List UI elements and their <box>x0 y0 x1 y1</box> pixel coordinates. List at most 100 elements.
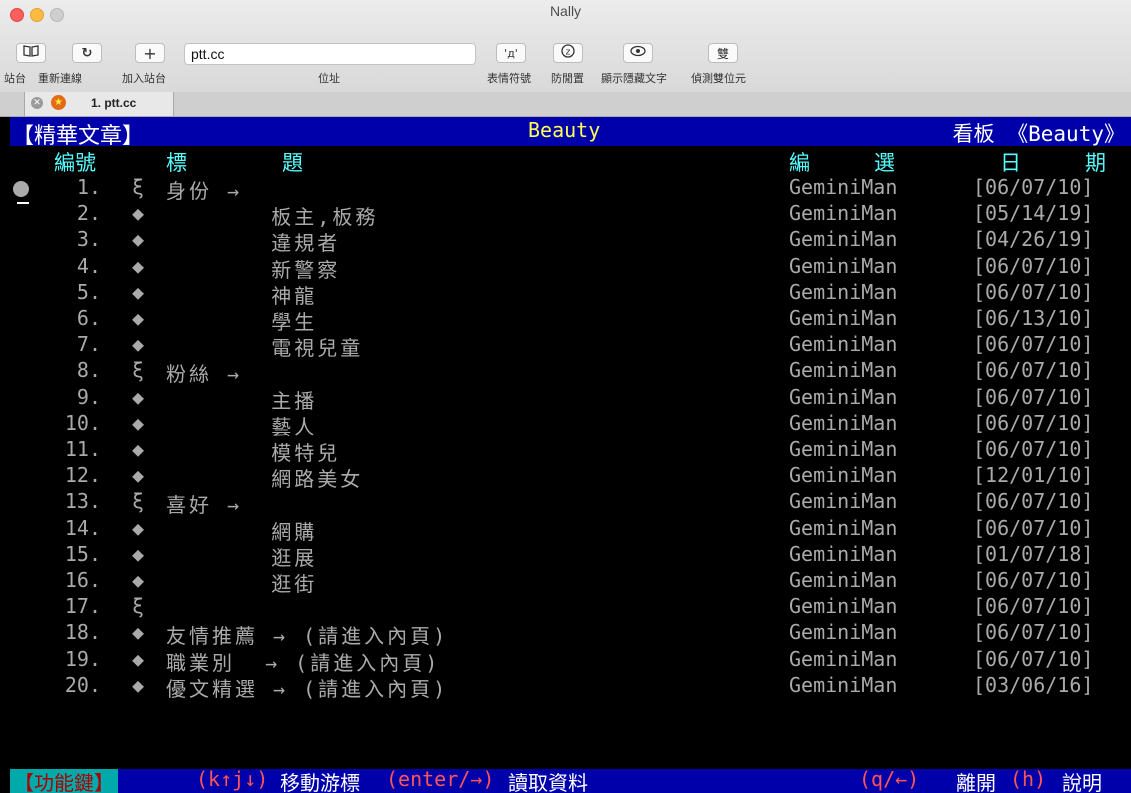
item-date: [06/07/10] <box>973 384 1094 409</box>
list-item[interactable]: 1. ξ 身份 → GeminiMan [06/07/10] <box>0 175 1131 203</box>
add-site-button[interactable]: + <box>135 43 165 63</box>
item-author: GeminiMan <box>789 410 898 435</box>
list-item[interactable]: 5. ◆ 神龍 GeminiMan [06/07/10] <box>0 279 1131 308</box>
list-item[interactable]: 2. ◆ 板主,板務 GeminiMan [05/14/19] <box>0 201 1131 229</box>
list-item[interactable]: 7. ◆ 電視兒童 GeminiMan [06/07/10] <box>0 332 1131 361</box>
emoticon-label: 表情符號 <box>487 73 531 85</box>
list-item[interactable]: 15. ◆ 逛展 GeminiMan [01/07/18] <box>0 541 1131 570</box>
item-date: [01/07/18] <box>973 541 1094 566</box>
item-author: GeminiMan <box>789 463 898 488</box>
refresh-icon: ↻ <box>81 45 93 61</box>
list-item[interactable]: 12. ◆ 網路美女 GeminiMan [12/01/10] <box>0 463 1131 492</box>
item-title: 網路美女 <box>166 467 364 492</box>
detect-dbcs-button[interactable]: 雙 <box>708 43 738 63</box>
item-date: [06/07/10] <box>973 410 1094 435</box>
item-author: GeminiMan <box>789 646 898 671</box>
list-item[interactable]: 20. ◆ 優文精選 → (請進入內頁) GeminiMan [03/06/16] <box>0 672 1131 701</box>
header-section: 【精華文章】 <box>12 124 145 149</box>
item-title: 逛展 <box>166 545 318 570</box>
item-number: 7. <box>76 332 101 357</box>
svg-text:z: z <box>566 48 571 58</box>
item-author: GeminiMan <box>789 437 898 461</box>
list-item[interactable]: 10. ◆ 藝人 GeminiMan [06/07/10] <box>0 410 1131 439</box>
terminal-screen[interactable]: 【精華文章】 Beauty 看板 《Beauty》 編號 標 題 編 選 日 期… <box>0 117 1131 793</box>
footer-text-read: 讀取資料 <box>508 771 588 793</box>
item-date: [06/13/10] <box>973 306 1094 330</box>
item-mark: ξ <box>131 594 145 619</box>
list-item[interactable]: 3. ◆ 違規者 GeminiMan [04/26/19] <box>0 227 1131 256</box>
column-author-1: 編 <box>789 151 810 175</box>
item-number: 14. <box>64 515 101 540</box>
window-titlebar: Nally ↻ + ptt.cc 'д' z 雙 站台 重新連線 加入站台 位址… <box>0 0 1131 93</box>
item-date: [06/07/10] <box>973 646 1094 671</box>
address-input[interactable]: ptt.cc <box>184 43 476 65</box>
column-title-2: 題 <box>282 151 303 175</box>
list-item[interactable]: 19. ◆ 職業別 → (請進入內頁) GeminiMan [06/07/10] <box>0 646 1131 675</box>
item-title: 模特兒 <box>166 441 341 465</box>
list-item[interactable]: 4. ◆ 新警察 GeminiMan [06/07/10] <box>0 254 1131 282</box>
item-date: [06/07/10] <box>973 175 1094 199</box>
list-item[interactable]: 6. ◆ 學生 GeminiMan [06/13/10] <box>0 306 1131 334</box>
site-status-icon: ★ <box>51 95 66 110</box>
item-mark: ◆ <box>131 672 145 697</box>
item-title: 學生 <box>166 310 318 334</box>
show-hidden-button[interactable] <box>623 43 653 63</box>
item-author: GeminiMan <box>789 489 898 514</box>
item-author: GeminiMan <box>789 384 898 409</box>
item-number: 11. <box>64 437 101 461</box>
item-title: 神龍 <box>166 283 318 308</box>
column-date-2: 期 <box>1085 151 1106 175</box>
book-icon <box>23 45 39 61</box>
address-label: 位址 <box>318 73 340 85</box>
anti-idle-button[interactable]: z <box>553 43 583 63</box>
anti-idle-label: 防閒置 <box>551 73 584 85</box>
item-number: 2. <box>76 201 101 226</box>
list-item[interactable]: 17. ξ GeminiMan [06/07/10] <box>0 594 1131 620</box>
eye-icon <box>630 45 646 61</box>
item-date: [06/07/10] <box>973 515 1094 540</box>
item-number: 9. <box>76 384 101 409</box>
window-title: Nally <box>549 3 582 19</box>
item-number: 6. <box>76 306 101 330</box>
item-mark: ◆ <box>131 279 145 304</box>
list-item[interactable]: 9. ◆ 主播 GeminiMan [06/07/10] <box>0 384 1131 413</box>
item-author: GeminiMan <box>789 227 898 252</box>
list-item[interactable]: 16. ◆ 逛街 GeminiMan [06/07/10] <box>0 568 1131 596</box>
reconnect-button[interactable]: ↻ <box>72 43 102 63</box>
item-date: [06/07/10] <box>973 358 1094 383</box>
item-author: GeminiMan <box>789 306 898 330</box>
item-number: 15. <box>64 541 101 566</box>
item-author: GeminiMan <box>789 594 898 619</box>
item-mark: ◆ <box>131 227 145 252</box>
close-icon[interactable]: ✕ <box>31 97 43 109</box>
item-date: [05/14/19] <box>973 201 1094 226</box>
sites-button[interactable] <box>16 43 46 63</box>
function-key-bar: 【功能鍵】 (k↑j↓) 移動游標 (enter/→) 讀取資料 (q/←) 離… <box>10 769 1131 793</box>
tab-label: 1. ptt.cc <box>91 96 137 110</box>
sites-label: 站台 <box>4 73 26 85</box>
item-title: 新警察 <box>166 257 341 282</box>
emoticon-button[interactable]: 'д' <box>496 43 526 63</box>
list-item[interactable]: 18. ◆ 友情推薦 → (請進入內頁) GeminiMan [06/07/10] <box>0 620 1131 648</box>
list-item[interactable]: 14. ◆ 網購 GeminiMan [06/07/10] <box>0 515 1131 544</box>
dbcs-icon: 雙 <box>716 46 729 61</box>
item-title: 違規者 <box>166 231 341 256</box>
item-title: 主播 <box>166 388 318 413</box>
list-item[interactable]: 8. ξ 粉絲 → GeminiMan [06/07/10] <box>0 358 1131 386</box>
item-author: GeminiMan <box>789 332 898 357</box>
list-item[interactable]: 11. ◆ 模特兒 GeminiMan [06/07/10] <box>0 437 1131 465</box>
footer-label: 【功能鍵】 <box>10 769 118 793</box>
item-title: 職業別 → (請進入內頁) <box>166 650 441 675</box>
show-hidden-label: 顯示隱藏文字 <box>601 73 667 85</box>
column-title-1: 標 <box>166 151 187 175</box>
tab-connection[interactable]: ✕ ★ 1. ptt.cc <box>24 92 174 116</box>
list-item[interactable]: 13. ξ 喜好 → GeminiMan [06/07/10] <box>0 489 1131 517</box>
header-board-name: Beauty <box>528 118 601 142</box>
item-title: 電視兒童 <box>166 336 364 361</box>
item-mark: ξ <box>131 489 145 514</box>
item-title: 網購 <box>166 519 318 544</box>
item-number: 16. <box>64 568 101 592</box>
item-date: [06/07/10] <box>973 568 1094 592</box>
item-number: 13. <box>64 489 101 514</box>
item-date: [03/06/16] <box>973 672 1094 697</box>
